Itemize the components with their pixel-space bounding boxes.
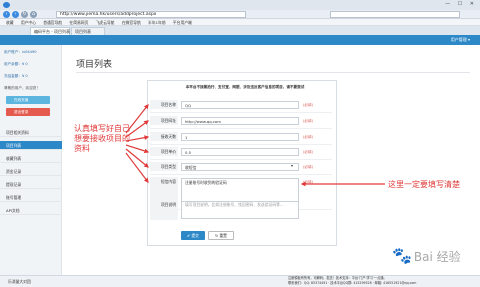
user-menu[interactable]: 用户管理 ▾ <box>451 37 470 43</box>
paw-icon: 🐾 <box>392 246 412 265</box>
browser-titlebar <box>0 0 480 10</box>
watermark: 🐾 Bai 经验 <box>392 246 478 282</box>
annotation-right: 这里一定要填写清楚 <box>388 180 460 189</box>
arrow-line <box>125 152 149 183</box>
freeze-value: ¥ 0 <box>21 74 28 78</box>
bookmark-item[interactable]: 用户中心 <box>21 20 36 25</box>
required-mark: (必填) <box>303 150 313 154</box>
welcome-text: 尊敬的用户，欢迎您！ <box>4 86 40 90</box>
receive-days-input[interactable]: 1 <box>181 133 299 141</box>
browser-search-input[interactable] <box>330 11 460 18</box>
project-type-label: 项目类型 <box>150 162 178 171</box>
row-divider <box>150 128 332 129</box>
row-divider <box>150 159 332 160</box>
refresh-icon[interactable]: ↻ <box>21 11 28 18</box>
sidebar-item-project-list[interactable]: 项目列表 <box>0 141 62 150</box>
reset-button[interactable]: ↻ 重置 <box>208 231 234 240</box>
home-icon[interactable]: ⌂ <box>30 11 37 18</box>
balance-info: 用户余额：¥ 0 <box>4 62 28 67</box>
bookmark-item[interactable]: 平台用户端 <box>173 20 192 25</box>
freeze-info: 冻结金额：¥ 0 <box>4 74 28 79</box>
tab-active[interactable]: 编码平台 - 项目列表 <box>30 27 70 35</box>
row-divider <box>150 144 332 145</box>
window-controls[interactable]: — ☐ ✕ <box>445 1 477 7</box>
required-mark: (必填) <box>303 119 313 123</box>
row-divider <box>150 174 332 175</box>
project-name-input[interactable]: QQ <box>181 101 299 109</box>
page-title: 项目列表 <box>76 60 113 70</box>
account-label: 用户账户： <box>4 50 22 54</box>
bookmark-item[interactable]: 在微官导航 <box>122 20 141 25</box>
bookmark-item[interactable]: 半年1年前 <box>148 20 166 25</box>
balance-value: ¥ 0 <box>21 62 28 66</box>
back-icon[interactable]: ‹ <box>3 11 10 18</box>
unit-price-input[interactable]: 0.5 <box>181 148 299 156</box>
bookmark-item[interactable]: 在简易网页 <box>69 20 88 25</box>
chevron-down-icon[interactable]: ▾ <box>291 163 293 168</box>
row-divider <box>150 112 332 113</box>
browser-logo-icon <box>3 2 10 8</box>
required-mark: (必填) <box>303 103 313 107</box>
divider <box>76 72 470 73</box>
footer-link[interactable]: 乐消量大对团 <box>8 279 31 285</box>
annotation-left: 认真填写好自己想要接收项目的资料 <box>74 124 130 153</box>
account-value: iv04490 <box>21 50 37 54</box>
description-textarea[interactable]: 填写项目说明，比如注册账号、找回密码、发送验证码等... <box>181 201 299 219</box>
bookmarks-bar: 收藏 用户中心 首通官导航 在简易网页 飞虎云导航 在微官导航 半年1年前 平台… <box>0 19 480 26</box>
watermark-text: Bai 经验 <box>413 250 461 264</box>
submit-button[interactable]: ✔ 提交 <box>181 231 205 240</box>
logout-button[interactable]: 退出登录 <box>6 108 50 116</box>
app-topbar <box>0 35 480 45</box>
sidebar-item-favorites[interactable]: 收藏列表 <box>0 154 62 163</box>
description-label: 项目说明 <box>150 200 178 220</box>
project-url-label: 项目网址 <box>150 116 178 125</box>
account-info: 用户账户：iv04490 <box>4 50 37 55</box>
sidebar-item-withdraw[interactable]: 提现记录 <box>0 180 62 189</box>
url-input[interactable]: http://www.jiema.hk/users/addproject.asp… <box>56 11 246 18</box>
bookmark-item[interactable]: 收藏 <box>6 20 14 25</box>
form-hint: 本平台不接黑拍行、支付宝、网银、涉及违反客户信息的项目，请不要尝试 <box>185 85 305 89</box>
tab-inactive[interactable]: 项目列表 <box>71 27 105 35</box>
required-mark: (必填) <box>303 135 313 139</box>
balance-label: 用户余额： <box>4 62 22 66</box>
project-url-input[interactable]: http://www.qq.com <box>181 117 299 125</box>
sidebar-item-api[interactable]: API文档 <box>0 206 62 215</box>
sidebar-item-project-info[interactable]: 项目相关资料 <box>0 128 62 137</box>
sidebar-item-funds[interactable]: 资金记录 <box>0 167 62 176</box>
project-name-label: 项目名称 <box>150 100 178 109</box>
receive-days-label: 接收天数 <box>150 132 178 141</box>
forward-icon[interactable]: › <box>12 11 19 18</box>
unit-price-label: 项目单价 <box>150 147 178 156</box>
required-mark: (必填) <box>303 180 313 184</box>
freeze-label: 冻结金额： <box>4 74 22 78</box>
bookmark-item[interactable]: 首通官导航 <box>43 20 62 25</box>
project-type-select[interactable]: 收短信 <box>181 163 299 171</box>
bookmark-item[interactable]: 飞虎云导航 <box>96 20 115 25</box>
sidebar-item-account[interactable]: 账号管理 <box>0 193 62 202</box>
required-mark: (必填) <box>303 165 313 169</box>
recharge-button[interactable]: 在线充值 <box>6 96 50 104</box>
